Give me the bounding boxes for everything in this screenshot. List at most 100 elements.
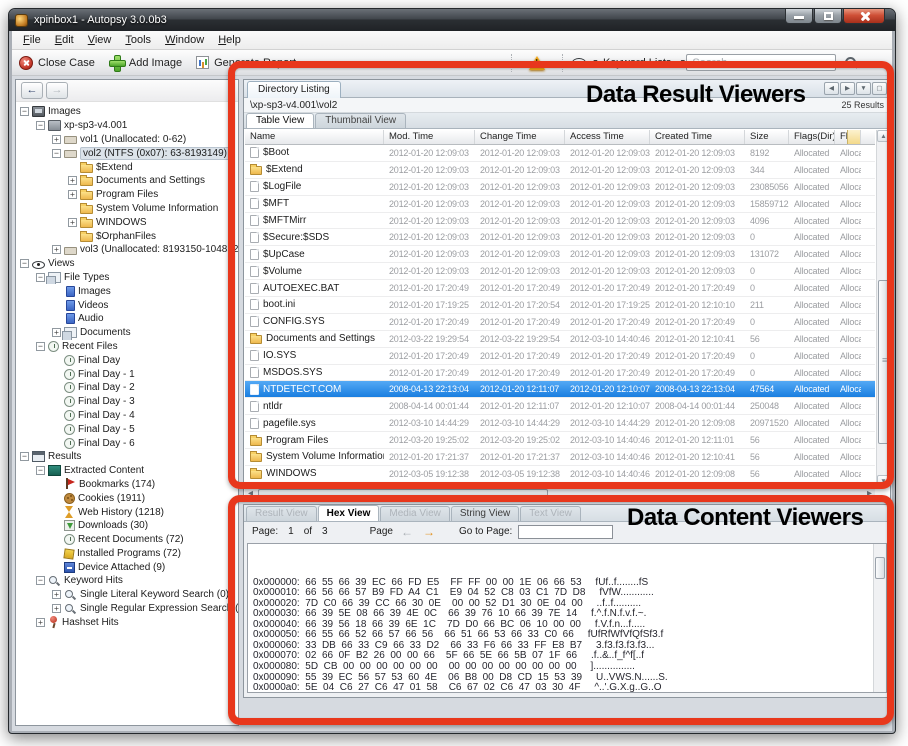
- vertical-scrollbar[interactable]: ▲ ▼: [876, 130, 890, 487]
- collapse-toggle-icon[interactable]: −: [20, 107, 29, 116]
- tree-item-device-attached-9[interactable]: Device Attached (9): [18, 560, 238, 574]
- tree-item-vol3-unallocated-8193150-10485215[interactable]: +vol3 (Unallocated: 8193150-10485215): [18, 243, 238, 257]
- expand-toggle-icon[interactable]: +: [52, 590, 61, 599]
- table-row[interactable]: NTDETECT.COM2008-04-13 22:13:042012-01-2…: [245, 381, 875, 398]
- forward-button[interactable]: →: [46, 82, 68, 99]
- expand-toggle-icon[interactable]: +: [68, 190, 77, 199]
- hscroll-thumb[interactable]: [258, 489, 548, 498]
- menu-item-tools[interactable]: Tools: [118, 32, 158, 48]
- collapse-toggle-icon[interactable]: −: [36, 121, 45, 130]
- menu-item-file[interactable]: File: [16, 32, 48, 48]
- table-row[interactable]: $Extend2012-01-20 12:09:032012-01-20 12:…: [245, 162, 875, 179]
- tab-string-view[interactable]: String View: [451, 506, 519, 521]
- expand-toggle-icon[interactable]: +: [52, 135, 61, 144]
- collapse-toggle-icon[interactable]: −: [36, 466, 45, 475]
- tree-item-audio[interactable]: Audio: [18, 312, 238, 326]
- maximize-button[interactable]: [814, 9, 842, 24]
- table-row[interactable]: ntldr2008-04-14 00:01:442012-01-20 12:11…: [245, 398, 875, 415]
- table-row[interactable]: Program Files2012-03-20 19:25:022012-03-…: [245, 432, 875, 449]
- expand-toggle-icon[interactable]: +: [36, 618, 45, 627]
- tree-item-installed-programs-72[interactable]: Installed Programs (72): [18, 547, 238, 561]
- tree-item-cookies-1911[interactable]: Cookies (1911): [18, 491, 238, 505]
- collapse-toggle-icon[interactable]: −: [36, 342, 45, 351]
- collapse-toggle-icon[interactable]: −: [36, 273, 45, 282]
- table-row[interactable]: AUTOEXEC.BAT2012-01-20 17:20:492012-01-2…: [245, 280, 875, 297]
- scroll-right-icon[interactable]: ▶: [864, 489, 875, 497]
- tree-item-single-regular-expression-search-0[interactable]: +Single Regular Expression Search (0): [18, 602, 238, 616]
- scroll-up-icon[interactable]: ▲: [877, 130, 890, 142]
- tab-hex-view[interactable]: Hex View: [318, 505, 380, 521]
- tab-table-view[interactable]: Table View: [246, 113, 314, 128]
- hex-scroll-thumb[interactable]: [875, 557, 885, 579]
- tree-item-web-history-1218[interactable]: Web History (1218): [18, 505, 238, 519]
- menu-item-window[interactable]: Window: [158, 32, 211, 48]
- collapse-toggle-icon[interactable]: −: [20, 452, 29, 461]
- tree-item-extend[interactable]: $Extend: [18, 160, 238, 174]
- page-back-button[interactable]: ←: [399, 525, 415, 539]
- expand-toggle-icon[interactable]: +: [52, 604, 61, 613]
- hex-scrollbar[interactable]: [873, 544, 886, 692]
- tree-item-final-day-5[interactable]: Final Day - 5: [18, 422, 238, 436]
- table-row[interactable]: System Volume Information2012-01-20 17:2…: [245, 449, 875, 466]
- tree-item-downloads-30[interactable]: Downloads (30): [18, 519, 238, 533]
- keyword-lists-button[interactable]: ▼ Keyword Lists: [566, 55, 677, 71]
- column-header-size[interactable]: Size: [745, 130, 789, 144]
- column-header-change-time[interactable]: Change Time: [475, 130, 565, 144]
- generate-report-button[interactable]: Generate Report: [189, 53, 303, 72]
- table-row[interactable]: $Boot2012-01-20 12:09:032012-01-20 12:09…: [245, 145, 875, 162]
- tree-item-final-day-3[interactable]: Final Day - 3: [18, 395, 238, 409]
- tree-item-xp-sp3-v4-001[interactable]: −xp-sp3-v4.001: [18, 119, 238, 133]
- tree-item-final-day-4[interactable]: Final Day - 4: [18, 409, 238, 423]
- column-header-created-time[interactable]: Created Time: [650, 130, 745, 144]
- scroll-left-icon[interactable]: ◀: [245, 489, 256, 497]
- tree-item-documents[interactable]: +Documents: [18, 326, 238, 340]
- column-header-flags[interactable]: Flags(: [835, 130, 861, 144]
- collapse-toggle-icon[interactable]: −: [20, 259, 29, 268]
- column-header-access-time[interactable]: Access Time: [565, 130, 650, 144]
- table-row[interactable]: IO.SYS2012-01-20 17:20:492012-01-20 17:2…: [245, 348, 875, 365]
- hex-dump[interactable]: 0x000000: 66 55 66 39 EC 66 FD E5 FF FF …: [247, 543, 887, 693]
- tree-item-recent-files[interactable]: −Recent Files: [18, 340, 238, 354]
- tab-thumbnail-view[interactable]: Thumbnail View: [315, 113, 406, 128]
- tree-item-final-day-2[interactable]: Final Day - 2: [18, 381, 238, 395]
- column-header-flags-dir[interactable]: Flags(Dir): [789, 130, 835, 144]
- table-row[interactable]: MSDOS.SYS2012-01-20 17:20:492012-01-20 1…: [245, 365, 875, 382]
- tree-item-orphanfiles[interactable]: $OrphanFiles: [18, 229, 238, 243]
- column-header-name[interactable]: Name: [245, 130, 384, 144]
- tree-item-program-files[interactable]: +Program Files: [18, 188, 238, 202]
- tree-item-final-day[interactable]: Final Day: [18, 353, 238, 367]
- tab-directory-listing[interactable]: Directory Listing: [247, 81, 341, 98]
- tree-item-hashset-hits[interactable]: +Hashset Hits: [18, 615, 238, 629]
- tab-dropdown-icon[interactable]: ▼: [856, 82, 871, 95]
- menu-item-edit[interactable]: Edit: [48, 32, 81, 48]
- tree-item-documents-and-settings[interactable]: +Documents and Settings: [18, 174, 238, 188]
- tree-item-keyword-hits[interactable]: −Keyword Hits: [18, 574, 238, 588]
- menu-item-view[interactable]: View: [81, 32, 119, 48]
- scroll-down-icon[interactable]: ▼: [877, 475, 890, 487]
- scroll-thumb[interactable]: [878, 280, 889, 444]
- menu-item-help[interactable]: Help: [211, 32, 248, 48]
- tree-item-videos[interactable]: Videos: [18, 298, 238, 312]
- ingest-warning-button[interactable]: [515, 56, 559, 70]
- tree-item-extracted-content[interactable]: −Extracted Content: [18, 464, 238, 478]
- tree-item-system-volume-information[interactable]: System Volume Information: [18, 202, 238, 216]
- tree-item-images[interactable]: −Images: [18, 105, 238, 119]
- search-input[interactable]: [686, 54, 836, 71]
- search-dropdown-icon[interactable]: ▼: [679, 59, 686, 66]
- title-bar[interactable]: xpinbox1 - Autopsy 3.0.0b3: [9, 9, 895, 31]
- table-row[interactable]: pagefile.sys2012-03-10 14:44:292012-03-1…: [245, 415, 875, 432]
- table-row[interactable]: boot.ini2012-01-20 17:19:252012-01-20 17…: [245, 297, 875, 314]
- prev-result-icon[interactable]: ◀: [824, 82, 839, 95]
- column-header-mod-time[interactable]: Mod. Time: [384, 130, 475, 144]
- tree-item-single-literal-keyword-search-0[interactable]: +Single Literal Keyword Search (0): [18, 588, 238, 602]
- tree-item-views[interactable]: −Views: [18, 257, 238, 271]
- tree-item-bookmarks-174[interactable]: Bookmarks (174): [18, 478, 238, 492]
- table-row[interactable]: $MFTMirr2012-01-20 12:09:032012-01-20 12…: [245, 213, 875, 230]
- tree-item-images[interactable]: Images: [18, 284, 238, 298]
- tree-item-final-day-6[interactable]: Final Day - 6: [18, 436, 238, 450]
- table-row[interactable]: WINDOWS2012-03-05 19:12:382012-03-05 19:…: [245, 466, 875, 483]
- horizontal-scrollbar[interactable]: ◀ ▶: [245, 487, 875, 498]
- tree-item-file-types[interactable]: −File Types: [18, 271, 238, 285]
- table-row[interactable]: $UpCase2012-01-20 12:09:032012-01-20 12:…: [245, 246, 875, 263]
- table-row[interactable]: $LogFile2012-01-20 12:09:032012-01-20 12…: [245, 179, 875, 196]
